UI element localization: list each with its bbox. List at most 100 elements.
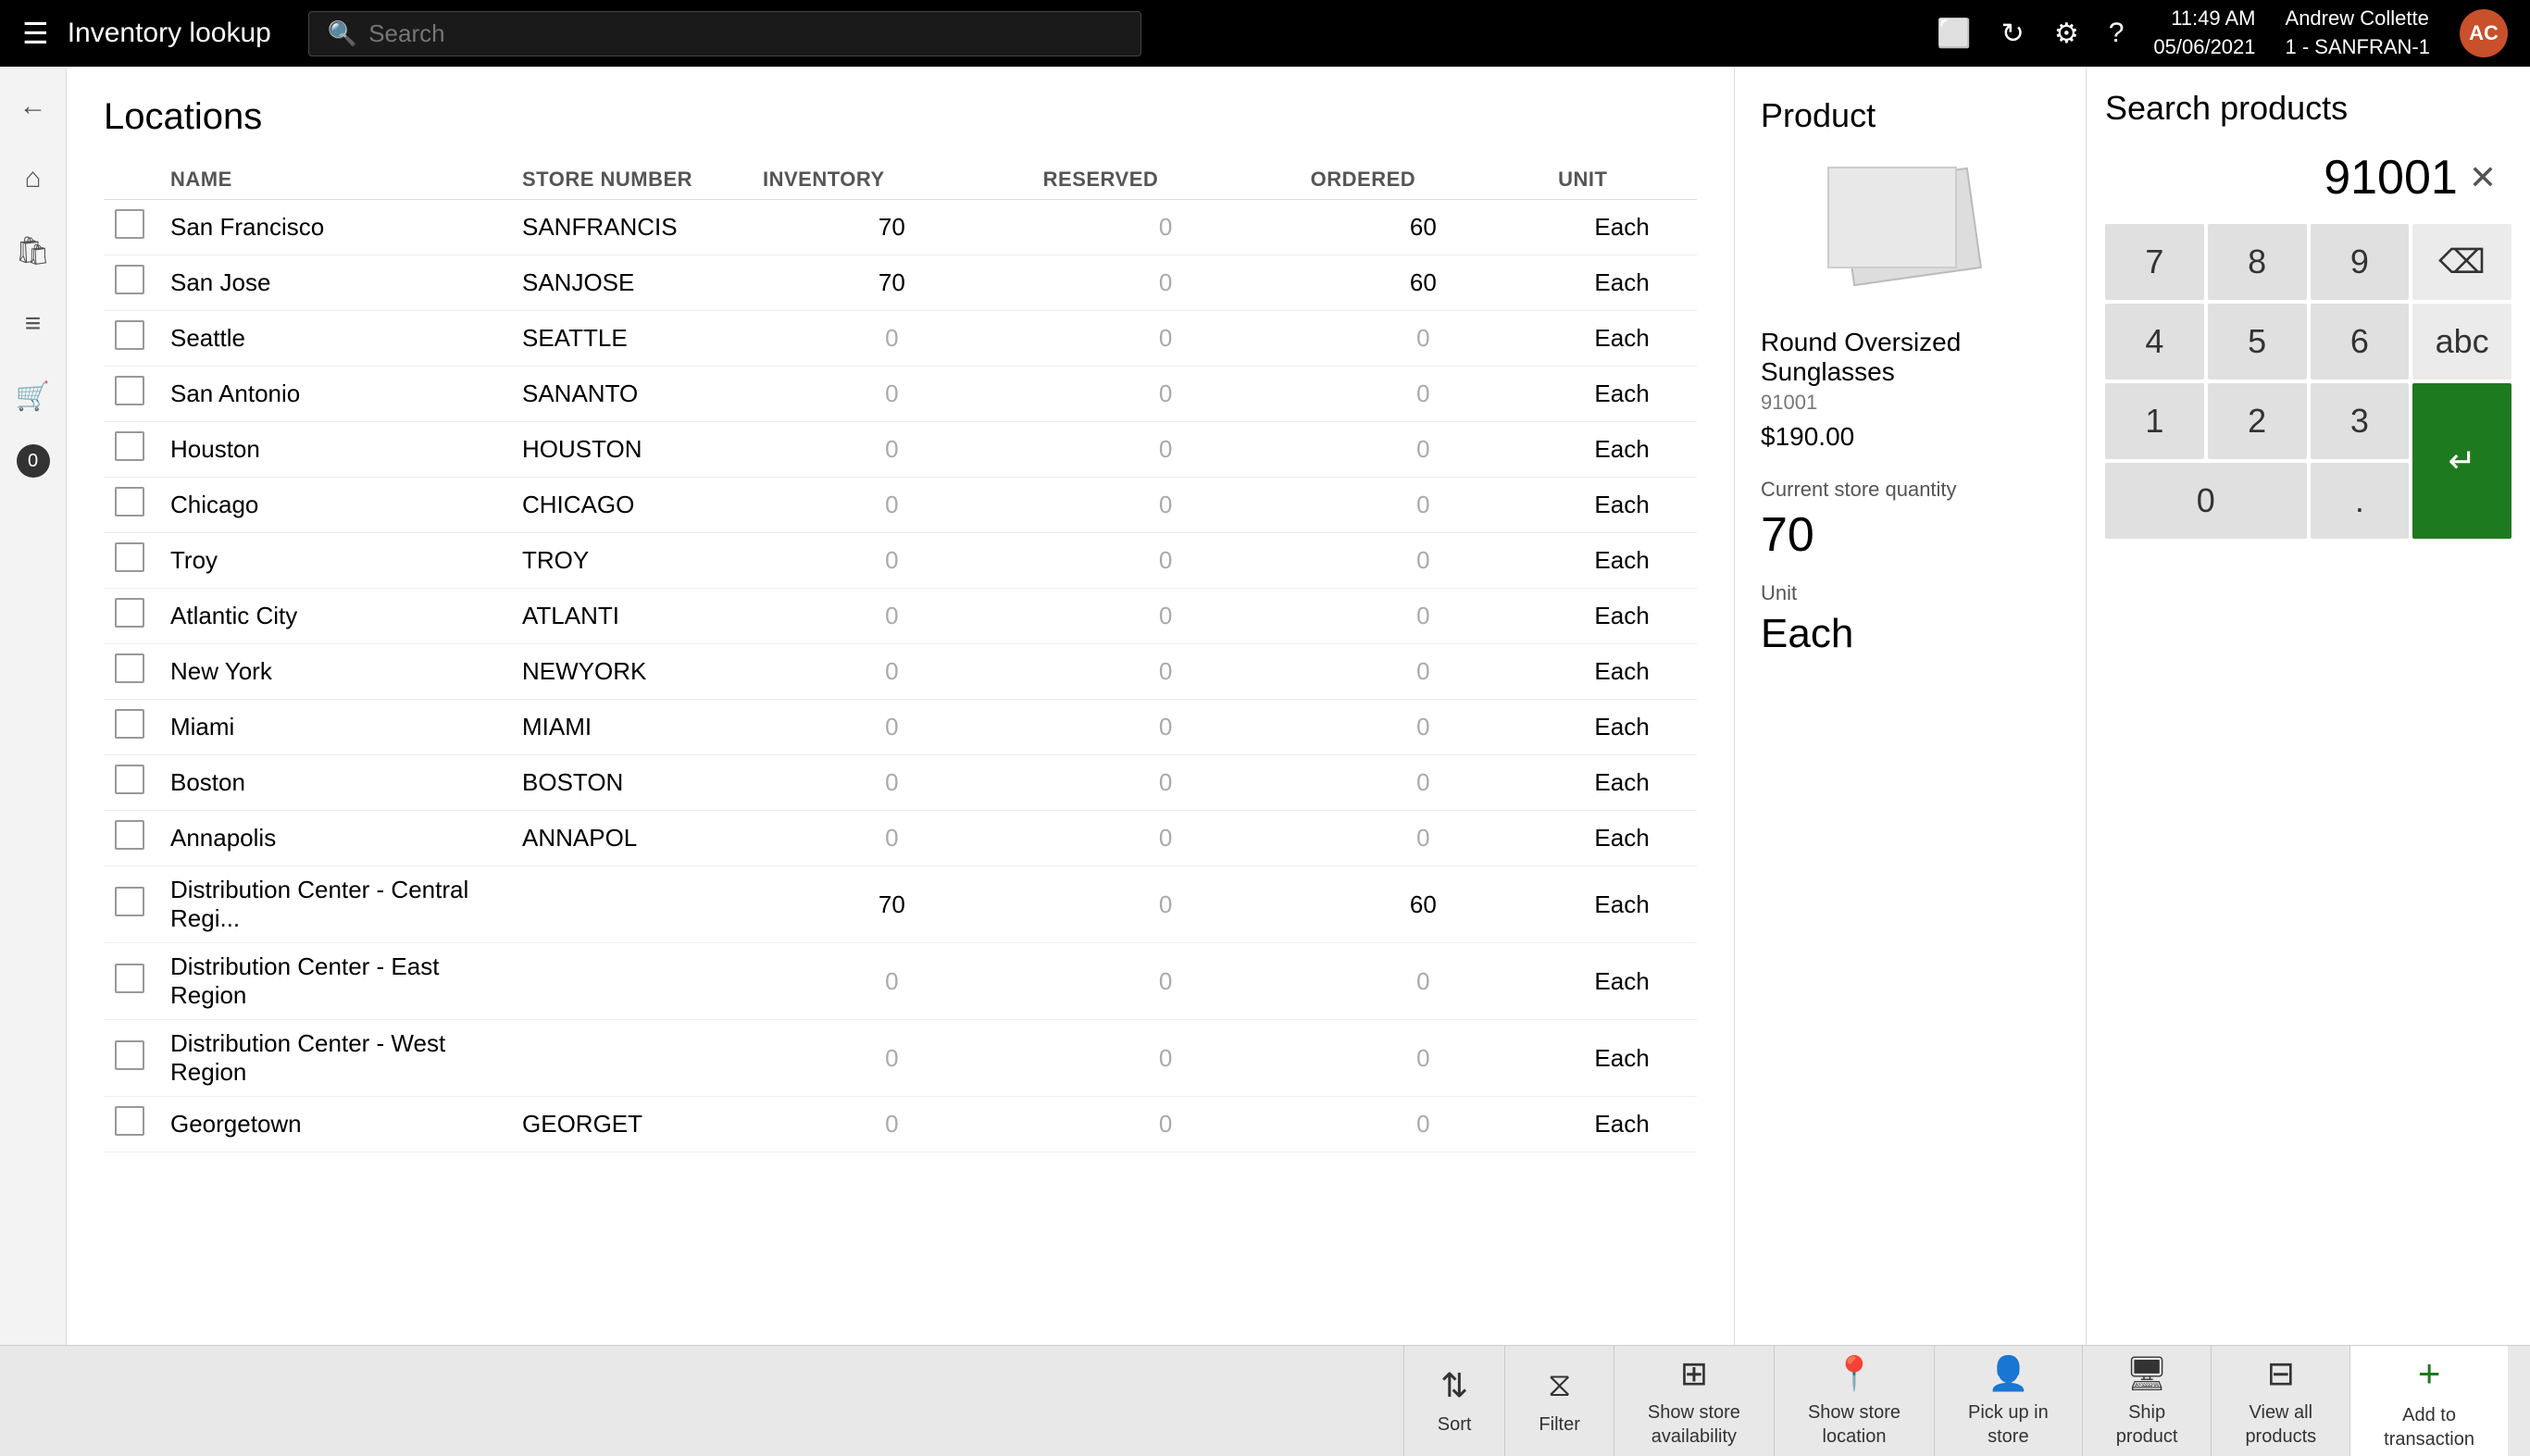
table-row[interactable]: Troy TROY 0 0 0 Each <box>104 533 1697 589</box>
numpad-8[interactable]: 8 <box>2208 224 2307 300</box>
nav-list-icon[interactable]: ≡ <box>16 299 51 349</box>
row-name: New York <box>159 644 511 700</box>
toolbar-pickup-store[interactable]: 👤 Pick up instore <box>1934 1346 2082 1456</box>
search-bar[interactable]: 🔍 <box>308 11 1141 56</box>
row-checkbox[interactable] <box>115 765 144 794</box>
numpad-6[interactable]: 6 <box>2311 304 2410 380</box>
table-row[interactable]: Atlantic City ATLANTI 0 0 0 Each <box>104 589 1697 644</box>
toolbar-add-transaction[interactable]: + Add totransaction <box>2349 1346 2508 1456</box>
row-inventory: 70 <box>752 255 1032 311</box>
row-name: Seattle <box>159 311 511 367</box>
table-row[interactable]: San Jose SANJOSE 70 0 60 Each <box>104 255 1697 311</box>
locations-title: Locations <box>104 96 1697 138</box>
row-checkbox[interactable] <box>115 320 144 350</box>
ship-label: Shipproduct <box>2116 1400 2178 1449</box>
table-row[interactable]: Annapolis ANNAPOL 0 0 0 Each <box>104 811 1697 866</box>
row-checkbox[interactable] <box>115 709 144 739</box>
monitor-icon[interactable]: ⬜ <box>1937 18 1971 50</box>
row-name: Miami <box>159 700 511 755</box>
table-row[interactable]: Distribution Center - Central Regi... 70… <box>104 866 1697 943</box>
toolbar-show-store-location[interactable]: 📍 Show storelocation <box>1774 1346 1934 1456</box>
numpad-display: 91001 ✕ <box>2105 143 2511 213</box>
nav-home-icon[interactable]: ⌂ <box>15 154 50 204</box>
table-row[interactable]: New York NEWYORK 0 0 0 Each <box>104 644 1697 700</box>
nav-cart-icon[interactable]: 🛒 <box>6 371 59 422</box>
numpad-7[interactable]: 7 <box>2105 224 2204 300</box>
numpad-3[interactable]: 3 <box>2311 383 2410 459</box>
row-inventory: 0 <box>752 478 1032 533</box>
refresh-icon[interactable]: ↻ <box>2001 18 2025 50</box>
row-checkbox[interactable] <box>115 431 144 461</box>
settings-icon[interactable]: ⚙ <box>2054 18 2079 50</box>
row-reserved: 0 <box>1032 589 1300 644</box>
col-ordered: ORDERED <box>1300 160 1547 200</box>
numpad-enter[interactable]: ↵ <box>2412 383 2511 539</box>
row-ordered: 60 <box>1300 200 1547 255</box>
row-store-number: ANNAPOL <box>511 811 752 866</box>
toolbar-view-all-products[interactable]: ⊟ View allproducts <box>2211 1346 2349 1456</box>
numpad-9[interactable]: 9 <box>2311 224 2410 300</box>
numpad-0[interactable]: 0 <box>2105 463 2307 539</box>
row-inventory: 70 <box>752 200 1032 255</box>
row-checkbox[interactable] <box>115 1040 144 1070</box>
toolbar-filter[interactable]: ⧖ Filter <box>1504 1346 1613 1456</box>
current-store-qty-label: Current store quantity <box>1761 478 2060 502</box>
row-inventory: 0 <box>752 311 1032 367</box>
row-checkbox[interactable] <box>115 1106 144 1136</box>
product-price: $190.00 <box>1761 422 2060 452</box>
numpad-dot[interactable]: . <box>2311 463 2410 539</box>
row-store-number: GEORGET <box>511 1097 752 1152</box>
product-img-placeholder <box>1827 167 1994 296</box>
menu-icon[interactable]: ☰ <box>22 16 49 51</box>
row-ordered: 0 <box>1300 478 1547 533</box>
row-store-number: NEWYORK <box>511 644 752 700</box>
numpad-abc[interactable]: abc <box>2412 304 2511 380</box>
row-store-number: MIAMI <box>511 700 752 755</box>
row-checkbox[interactable] <box>115 542 144 572</box>
table-row[interactable]: Seattle SEATTLE 0 0 0 Each <box>104 311 1697 367</box>
toolbar-show-store-availability[interactable]: ⊞ Show storeavailability <box>1614 1346 1774 1456</box>
table-row[interactable]: Houston HOUSTON 0 0 0 Each <box>104 422 1697 478</box>
row-ordered: 0 <box>1300 755 1547 811</box>
help-icon[interactable]: ? <box>2109 18 2125 49</box>
row-checkbox[interactable] <box>115 376 144 405</box>
table-row[interactable]: Chicago CHICAGO 0 0 0 Each <box>104 478 1697 533</box>
table-row[interactable]: Georgetown GEORGET 0 0 0 Each <box>104 1097 1697 1152</box>
numpad-5[interactable]: 5 <box>2208 304 2307 380</box>
nav-orders-icon[interactable]: 🛍 <box>6 226 59 277</box>
numpad-4[interactable]: 4 <box>2105 304 2204 380</box>
numpad-2[interactable]: 2 <box>2208 383 2307 459</box>
numpad-backspace[interactable]: ⌫ <box>2412 224 2511 300</box>
row-checkbox[interactable] <box>115 820 144 850</box>
row-reserved: 0 <box>1032 311 1300 367</box>
row-checkbox[interactable] <box>115 653 144 683</box>
table-row[interactable]: Miami MIAMI 0 0 0 Each <box>104 700 1697 755</box>
col-unit: UNIT <box>1547 160 1697 200</box>
row-checkbox-cell <box>104 866 159 943</box>
avatar[interactable]: AC <box>2460 9 2508 57</box>
row-checkbox[interactable] <box>115 887 144 916</box>
row-reserved: 0 <box>1032 255 1300 311</box>
row-checkbox[interactable] <box>115 265 144 294</box>
row-ordered: 0 <box>1300 700 1547 755</box>
table-row[interactable]: Distribution Center - West Region 0 0 0 … <box>104 1020 1697 1097</box>
table-row[interactable]: Distribution Center - East Region 0 0 0 … <box>104 943 1697 1020</box>
row-unit: Each <box>1547 644 1697 700</box>
row-checkbox[interactable] <box>115 598 144 628</box>
row-name: San Antonio <box>159 367 511 422</box>
row-checkbox[interactable] <box>115 209 144 239</box>
table-row[interactable]: San Antonio SANANTO 0 0 0 Each <box>104 367 1697 422</box>
numpad-1[interactable]: 1 <box>2105 383 2204 459</box>
row-store-number <box>511 943 752 1020</box>
toolbar-sort[interactable]: ⇅ Sort <box>1403 1346 1505 1456</box>
numpad-clear-icon[interactable]: ✕ <box>2469 158 2497 197</box>
row-checkbox[interactable] <box>115 487 144 516</box>
table-row[interactable]: San Francisco SANFRANCIS 70 0 60 Each <box>104 200 1697 255</box>
toolbar-ship-product[interactable]: 🖥 Shipproduct <box>2082 1346 2212 1456</box>
row-checkbox-cell <box>104 644 159 700</box>
row-unit: Each <box>1547 200 1697 255</box>
search-input[interactable] <box>368 19 1122 48</box>
row-checkbox[interactable] <box>115 964 144 993</box>
nav-back-icon[interactable]: ← <box>10 81 56 131</box>
table-row[interactable]: Boston BOSTON 0 0 0 Each <box>104 755 1697 811</box>
